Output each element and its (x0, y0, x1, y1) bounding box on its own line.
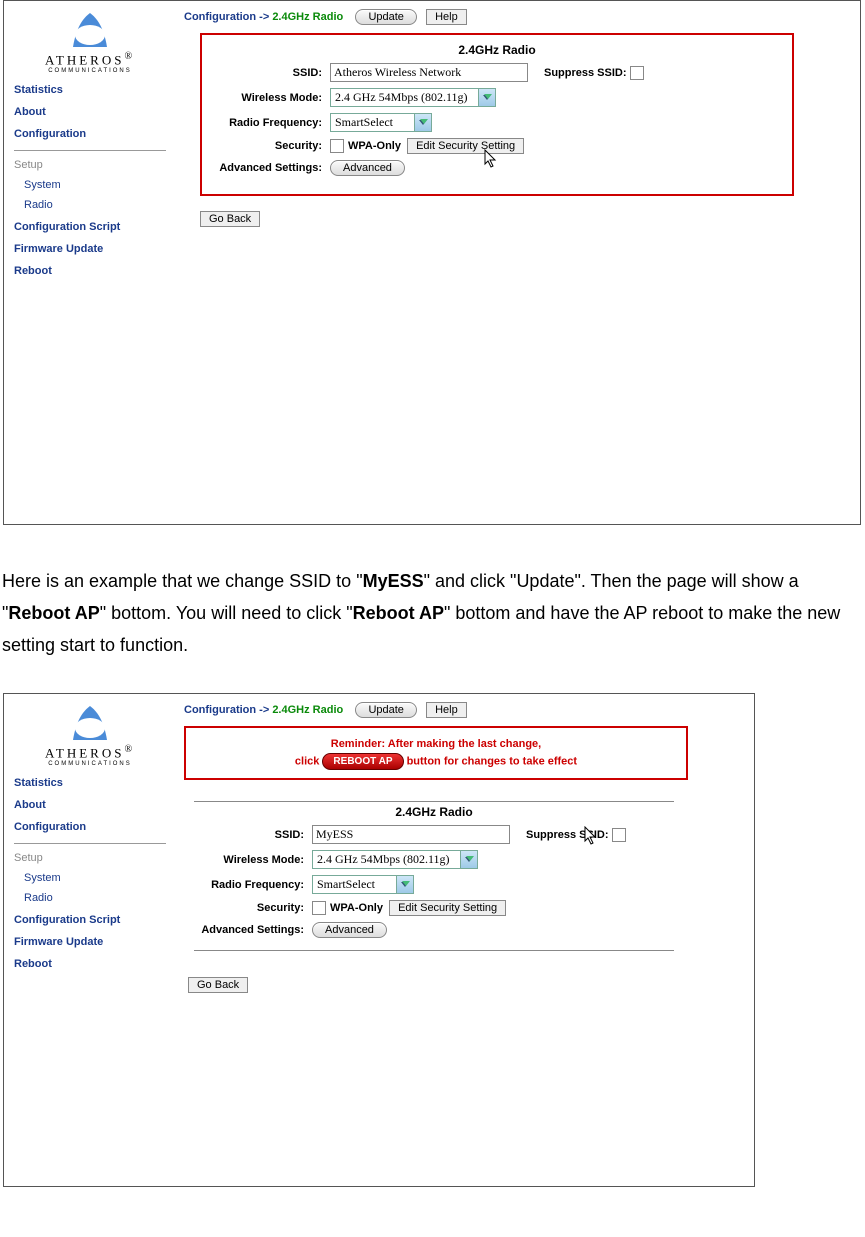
advanced-button[interactable]: Advanced (312, 922, 387, 938)
nav-config-script[interactable]: Configuration Script (14, 914, 166, 926)
radio-config-panel: 2.4GHz Radio SSID: Suppress SSID: Wirele… (200, 33, 794, 196)
reminder-text-2b: button for changes to take effect (407, 755, 578, 767)
sidebar: ATHEROS® COMMUNICATIONS Statistics About… (4, 1, 174, 287)
wireless-mode-select[interactable]: 2.4 GHz 54Mbps (802.11g) (330, 88, 496, 107)
radio-freq-label: Radio Frequency: (212, 117, 322, 129)
edit-security-button[interactable]: Edit Security Setting (407, 138, 524, 154)
radio-freq-select[interactable]: SmartSelect (312, 875, 414, 894)
nav-statistics[interactable]: Statistics (14, 777, 166, 789)
ssid-input[interactable] (312, 825, 510, 844)
help-button[interactable]: Help (426, 9, 467, 25)
radio-freq-label: Radio Frequency: (194, 879, 304, 891)
reminder-text-1: Reminder: After making the last change, (196, 738, 676, 750)
security-label: Security: (194, 902, 304, 914)
atheros-logo-icon (69, 9, 111, 51)
main-area: Configuration -> 2.4GHz Radio Update Hel… (184, 698, 748, 994)
wpa-only-label: WPA-Only (330, 902, 383, 914)
reminder-text-2a: click (295, 755, 319, 767)
nav-firmware-update[interactable]: Firmware Update (14, 243, 166, 255)
sidebar: ATHEROS® COMMUNICATIONS Statistics About… (4, 694, 174, 980)
advanced-settings-label: Advanced Settings: (212, 162, 322, 174)
logo-sub: COMMUNICATIONS (14, 761, 166, 767)
panel-divider (194, 801, 674, 802)
dropdown-arrow-icon (414, 114, 431, 131)
nav-setup-heading: Setup (14, 852, 166, 864)
update-button[interactable]: Update (355, 9, 416, 25)
ssid-input[interactable] (330, 63, 528, 82)
nav-configuration[interactable]: Configuration (14, 821, 166, 833)
nav-divider (14, 150, 166, 151)
screenshot-config-after: ATHEROS® COMMUNICATIONS Statistics About… (3, 693, 755, 1187)
nav-about[interactable]: About (14, 799, 166, 811)
radio-freq-select[interactable]: SmartSelect (330, 113, 432, 132)
logo-sub: COMMUNICATIONS (14, 68, 166, 74)
ssid-label: SSID: (212, 67, 322, 79)
suppress-ssid-label: Suppress SSID: (544, 67, 627, 79)
radio-freq-value: SmartSelect (335, 115, 393, 130)
ssid-label: SSID: (194, 829, 304, 841)
radio-freq-value: SmartSelect (317, 877, 375, 892)
dropdown-arrow-icon (396, 876, 413, 893)
breadcrumb-current: 2.4GHz Radio (272, 704, 343, 716)
logo-reg: ® (124, 51, 135, 62)
radio-config-panel: 2.4GHz Radio SSID: Suppress SSID: Wirele… (184, 790, 684, 966)
atheros-logo: ATHEROS® COMMUNICATIONS (14, 702, 166, 767)
go-back-button[interactable]: Go Back (188, 977, 248, 993)
wireless-mode-select[interactable]: 2.4 GHz 54Mbps (802.11g) (312, 850, 478, 869)
reboot-ap-button[interactable]: REBOOT AP (322, 753, 403, 770)
nav-system[interactable]: System (24, 179, 166, 191)
breadcrumb: Configuration -> 2.4GHz Radio Update Hel… (184, 702, 748, 718)
advanced-button[interactable]: Advanced (330, 160, 405, 176)
logo-reg: ® (124, 744, 135, 755)
panel-title: 2.4GHz Radio (194, 805, 674, 819)
wpa-only-checkbox[interactable] (312, 901, 326, 915)
panel-divider (194, 950, 674, 951)
breadcrumb: Configuration -> 2.4GHz Radio Update Hel… (184, 9, 854, 25)
atheros-logo-icon (69, 702, 111, 744)
nav-about[interactable]: About (14, 106, 166, 118)
nav-radio[interactable]: Radio (24, 892, 166, 904)
wireless-mode-value: 2.4 GHz 54Mbps (802.11g) (317, 852, 450, 867)
wireless-mode-value: 2.4 GHz 54Mbps (802.11g) (335, 90, 468, 105)
nav-system[interactable]: System (24, 872, 166, 884)
update-button[interactable]: Update (355, 702, 416, 718)
wireless-mode-label: Wireless Mode: (194, 854, 304, 866)
dropdown-arrow-icon (478, 89, 495, 106)
screenshot-config-before: ATHEROS® COMMUNICATIONS Statistics About… (3, 0, 861, 525)
nav-setup-heading: Setup (14, 159, 166, 171)
breadcrumb-root: Configuration -> (184, 704, 269, 716)
wpa-only-label: WPA-Only (348, 140, 401, 152)
nav-radio[interactable]: Radio (24, 199, 166, 211)
panel-title: 2.4GHz Radio (212, 43, 782, 57)
advanced-settings-label: Advanced Settings: (194, 924, 304, 936)
go-back-button[interactable]: Go Back (200, 211, 260, 227)
atheros-logo: ATHEROS® COMMUNICATIONS (14, 9, 166, 74)
security-label: Security: (212, 140, 322, 152)
wireless-mode-label: Wireless Mode: (212, 92, 322, 104)
nav-statistics[interactable]: Statistics (14, 84, 166, 96)
breadcrumb-current: 2.4GHz Radio (272, 11, 343, 23)
wpa-only-checkbox[interactable] (330, 139, 344, 153)
nav-firmware-update[interactable]: Firmware Update (14, 936, 166, 948)
main-area: Configuration -> 2.4GHz Radio Update Hel… (184, 5, 854, 228)
nav-divider (14, 843, 166, 844)
nav-configuration[interactable]: Configuration (14, 128, 166, 140)
instruction-text: Here is an example that we change SSID t… (2, 565, 863, 661)
nav-reboot[interactable]: Reboot (14, 958, 166, 970)
suppress-ssid-label: Suppress SSID: (526, 829, 609, 841)
reminder-panel: Reminder: After making the last change, … (184, 726, 688, 780)
help-button[interactable]: Help (426, 702, 467, 718)
logo-name: ATHEROS (45, 745, 125, 760)
suppress-ssid-checkbox[interactable] (630, 66, 644, 80)
nav-reboot[interactable]: Reboot (14, 265, 166, 277)
nav-config-script[interactable]: Configuration Script (14, 221, 166, 233)
breadcrumb-root: Configuration -> (184, 11, 269, 23)
edit-security-button[interactable]: Edit Security Setting (389, 900, 506, 916)
dropdown-arrow-icon (460, 851, 477, 868)
suppress-ssid-checkbox[interactable] (612, 828, 626, 842)
logo-name: ATHEROS (45, 52, 125, 67)
